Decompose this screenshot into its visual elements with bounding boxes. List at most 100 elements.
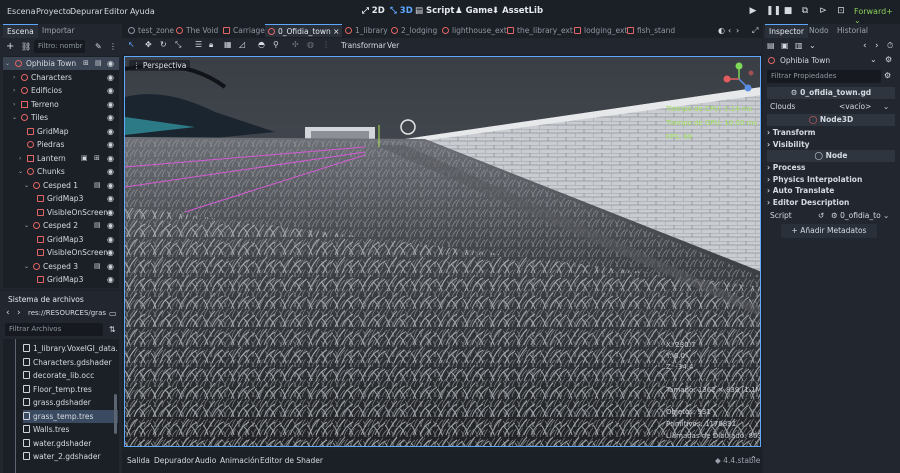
script-value[interactable]: ⚙ 0_ofidia_to: [831, 210, 881, 222]
expand-icon[interactable]: ›: [13, 71, 15, 84]
split-view-icon[interactable]: ▭: [109, 309, 117, 318]
tree-node-visibleonscreen[interactable]: VisibleOnScreen ◉: [3, 246, 119, 259]
distraction-free-icon[interactable]: ⤢: [752, 26, 758, 36]
auto-translate-group[interactable]: › Auto Translate: [767, 185, 895, 197]
mode-script-button[interactable]: ▤ Script: [415, 6, 454, 16]
property-filter-input[interactable]: Filtrar Propiedades: [767, 70, 881, 83]
mode-2d-button[interactable]: ⤢ 2D: [362, 6, 385, 16]
visibility-eye-icon[interactable]: ◉: [107, 246, 114, 259]
tree-node-lantern[interactable]: › Lantern ▣ ⊞ ◉: [3, 152, 119, 165]
rotate-tool-icon[interactable]: ↻: [160, 40, 167, 49]
collapse-icon[interactable]: ⌄: [24, 260, 29, 273]
history-back-icon[interactable]: ‹: [863, 41, 867, 51]
scene-instance-icon[interactable]: ⊞: [83, 57, 89, 70]
collapse-icon[interactable]: ⌄: [12, 111, 17, 124]
list-item[interactable]: 1_library.VoxelGI_data...: [23, 342, 118, 356]
visibility-eye-icon[interactable]: ◉: [107, 125, 114, 138]
tree-node-cesped-2[interactable]: ⌄ Cesped 2 ▤ ◉: [3, 219, 119, 232]
menu-depurar[interactable]: Depurar: [70, 7, 103, 16]
play-custom-icon[interactable]: ⊡: [836, 6, 846, 16]
tree-node-gridmap3[interactable]: GridMap3 ◉: [3, 273, 119, 286]
visibility-eye-icon[interactable]: ◉: [107, 273, 114, 286]
script-icon[interactable]: ▤: [94, 260, 101, 273]
visibility-eye-icon[interactable]: ◉: [107, 84, 114, 97]
play-scene-icon[interactable]: ⊳: [818, 6, 828, 16]
menu-editor[interactable]: Editor: [104, 7, 128, 16]
scene-tab-the-void[interactable]: The Void: [176, 24, 218, 37]
mode-assetlib-button[interactable]: ⬇ AssetLib: [492, 6, 543, 16]
environment-icon[interactable]: ⋮: [322, 40, 330, 49]
lock-icon[interactable]: 🔒︎: [209, 40, 213, 50]
scale-tool-icon[interactable]: ⤡: [175, 40, 181, 50]
reload-icon[interactable]: ↺: [818, 210, 824, 222]
visibility-eye-icon[interactable]: ◉: [107, 206, 114, 219]
scene-tab-the-library-ext[interactable]: the_library_ext: [507, 24, 573, 37]
collapse-icon[interactable]: ⌄: [5, 57, 10, 70]
play-icon[interactable]: ▶: [748, 6, 758, 16]
tree-node-gridmap3[interactable]: GridMap3 ◉: [3, 192, 119, 205]
expand-icon[interactable]: ›: [13, 84, 15, 97]
local-space-icon[interactable]: ◓: [258, 40, 265, 49]
object-history-icon[interactable]: ⏱: [887, 41, 893, 51]
scene-tab-0-ofidia-town[interactable]: 0_Ofidia_town ×: [265, 24, 343, 37]
stop-icon[interactable]: ■: [783, 6, 793, 16]
process-group[interactable]: › Process: [767, 162, 895, 174]
tree-node-gridmap[interactable]: GridMap ◉: [3, 125, 119, 138]
panel-expand-icon[interactable]: ⌃: [750, 455, 757, 464]
visibility-eye-icon[interactable]: ◉: [107, 233, 114, 246]
sun-icon[interactable]: ◍: [307, 40, 314, 49]
move-tool-icon[interactable]: ✥: [145, 40, 152, 49]
list-item[interactable]: decorate_lib.occ: [23, 369, 118, 383]
tab-audio[interactable]: Audio: [195, 456, 216, 465]
scene-tab-lighthouse-ext[interactable]: lighthouse_ext: [442, 24, 507, 37]
scroll-right-icon[interactable]: ›: [736, 26, 739, 35]
save-icon[interactable]: ▥: [795, 41, 803, 50]
tab-salida[interactable]: Salida: [127, 456, 150, 465]
scene-tab-carriage[interactable]: Carriage: [223, 24, 265, 37]
tree-node-ophibia-town[interactable]: ⌄ Ophibia Town ⊞ ▤ ◉: [3, 57, 119, 70]
scene-tab-test-zone[interactable]: test_zone: [128, 24, 174, 37]
mode-game-button[interactable]: ♟ Game: [455, 6, 493, 16]
menu-proyecto[interactable]: Proyecto: [36, 7, 71, 16]
visibility-eye-icon[interactable]: ◉: [107, 111, 114, 124]
tree-node-cesped-3[interactable]: ⌄ Cesped 3 ▤ ◉: [3, 260, 119, 273]
script-icon[interactable]: ▤: [94, 179, 101, 192]
scrollbar[interactable]: [114, 394, 117, 434]
list-item[interactable]: water.gdshader: [23, 437, 118, 451]
collapse-icon[interactable]: ⌄: [18, 165, 23, 178]
back-icon[interactable]: ‹: [6, 308, 10, 318]
tab-animacion[interactable]: Animación: [220, 456, 259, 465]
visibility-eye-icon[interactable]: ◉: [107, 219, 114, 232]
tree-node-terreno[interactable]: › Terreno ◉: [3, 98, 119, 111]
tab-history-icon[interactable]: ◐: [718, 26, 725, 35]
transform-group[interactable]: › Transform: [767, 127, 895, 139]
scene-filter-input[interactable]: Filtro: nombr: [34, 40, 85, 53]
tree-node-visibleonscreen[interactable]: VisibleOnScreen ◉: [3, 206, 119, 219]
mode-3d-button[interactable]: ⤡ 3D: [390, 6, 413, 16]
visibility-eye-icon[interactable]: ◉: [107, 192, 114, 205]
tab-depurador[interactable]: Depurador: [154, 456, 194, 465]
menu-ayuda[interactable]: Ayuda: [130, 7, 155, 16]
dropdown-icon[interactable]: ⌄: [870, 55, 877, 64]
tab-importar[interactable]: Importar: [38, 24, 79, 38]
collapse-icon[interactable]: ⌄: [24, 179, 29, 192]
tab-inspector[interactable]: Inspector: [765, 24, 808, 38]
path-field[interactable]: res://RESOURCES/grass: [28, 307, 106, 320]
forward-icon[interactable]: ›: [17, 308, 21, 318]
list-item[interactable]: water_2.gdshader: [23, 450, 118, 464]
snap-icon[interactable]: ⚲: [273, 40, 279, 49]
visibility-eye-icon[interactable]: ◉: [107, 260, 114, 273]
close-icon[interactable]: ×: [333, 27, 339, 36]
scene-tab-1-library[interactable]: 1_library: [345, 24, 388, 37]
chevron-down-icon[interactable]: ⌄: [883, 210, 889, 222]
scene-instance-icon[interactable]: ⊞: [94, 152, 100, 165]
load-resource-icon[interactable]: ▣: [781, 41, 789, 50]
script-icon[interactable]: ▤: [95, 57, 102, 70]
menu-icon[interactable]: ⋮: [109, 42, 117, 51]
list-tool-icon[interactable]: ☰: [195, 40, 202, 49]
list-item[interactable]: grass.gdshader: [23, 396, 118, 410]
resource-menu-icon[interactable]: ⌄: [809, 41, 816, 50]
tree-node-cesped-1[interactable]: ⌄ Cesped 1 ▤ ◉: [3, 179, 119, 192]
add-node-icon[interactable]: +: [6, 41, 14, 52]
clouds-value[interactable]: <vacío>: [839, 101, 871, 113]
